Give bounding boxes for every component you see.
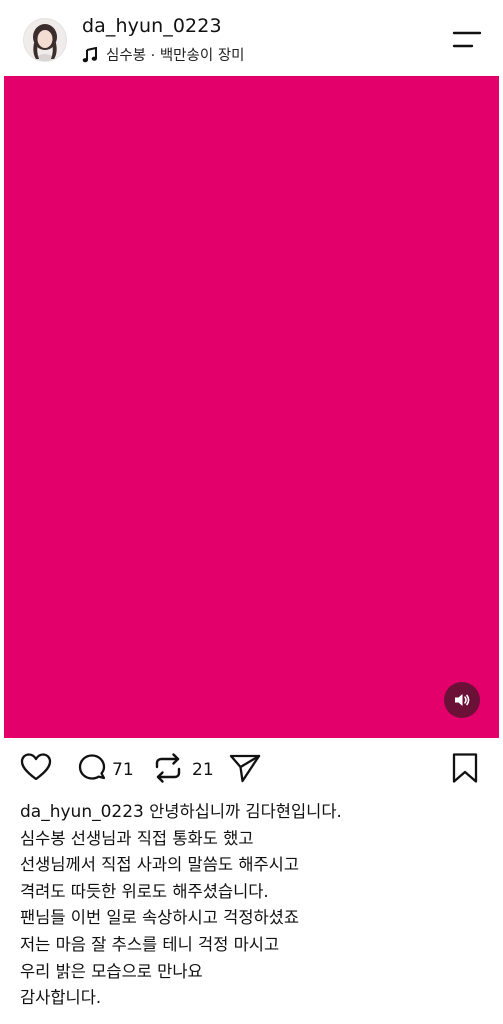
caption-line: 선생님께서 직접 사과의 말씀도 해주시고 [20, 855, 300, 875]
caption-line: 감사합니다. [20, 988, 102, 1008]
music-title: 심수봉 · 백만송이 장미 [106, 48, 245, 64]
caption-line: 우리 밝은 모습으로 만나요 [20, 961, 203, 981]
menu-icon[interactable] [452, 30, 482, 50]
bookmark-icon [451, 752, 479, 788]
post-header: da_hyun_0223 심수봉 · 백만송이 장미 [0, 0, 503, 76]
speaker-icon[interactable] [444, 682, 480, 718]
comment-button[interactable]: 71 [76, 752, 134, 788]
comment-count: 71 [112, 760, 134, 780]
music-note-icon [82, 46, 98, 63]
caption-line: 격려도 따듯한 위로도 해주셨습니다. [20, 881, 269, 901]
post-caption: da_hyun_0223 안녕하십니까 김다현입니다. 심수봉 선생님과 직접 … [20, 799, 490, 1012]
avatar[interactable] [23, 18, 67, 62]
music-info[interactable]: 심수봉 · 백만송이 장미 [82, 44, 245, 65]
repost-button[interactable]: 21 [152, 752, 214, 788]
heart-icon [20, 752, 52, 786]
save-button[interactable] [451, 752, 479, 788]
like-button[interactable] [20, 752, 52, 786]
caption-line: 저는 마음 잘 추스를 테니 걱정 마시고 [20, 934, 280, 954]
avatar-image [24, 19, 66, 61]
caption-line: 심수봉 선생님과 직접 통화도 했고 [20, 828, 254, 848]
caption-line: 팬님들 이번 일로 속상하시고 걱정하셨죠 [20, 908, 300, 928]
comment-icon [76, 752, 108, 788]
caption-first-line: da_hyun_0223 안녕하십니까 김다현입니다. [20, 799, 490, 826]
post-username[interactable]: da_hyun_0223 [82, 15, 222, 37]
share-button[interactable] [228, 752, 262, 788]
repost-count: 21 [192, 760, 214, 780]
caption-username[interactable]: da_hyun_0223 [20, 802, 144, 822]
post-media[interactable] [4, 76, 499, 738]
send-icon [228, 752, 262, 788]
repost-icon [152, 752, 184, 788]
caption-text: 안녕하십니까 김다현입니다. [149, 802, 342, 821]
action-bar: 71 21 [0, 748, 503, 792]
